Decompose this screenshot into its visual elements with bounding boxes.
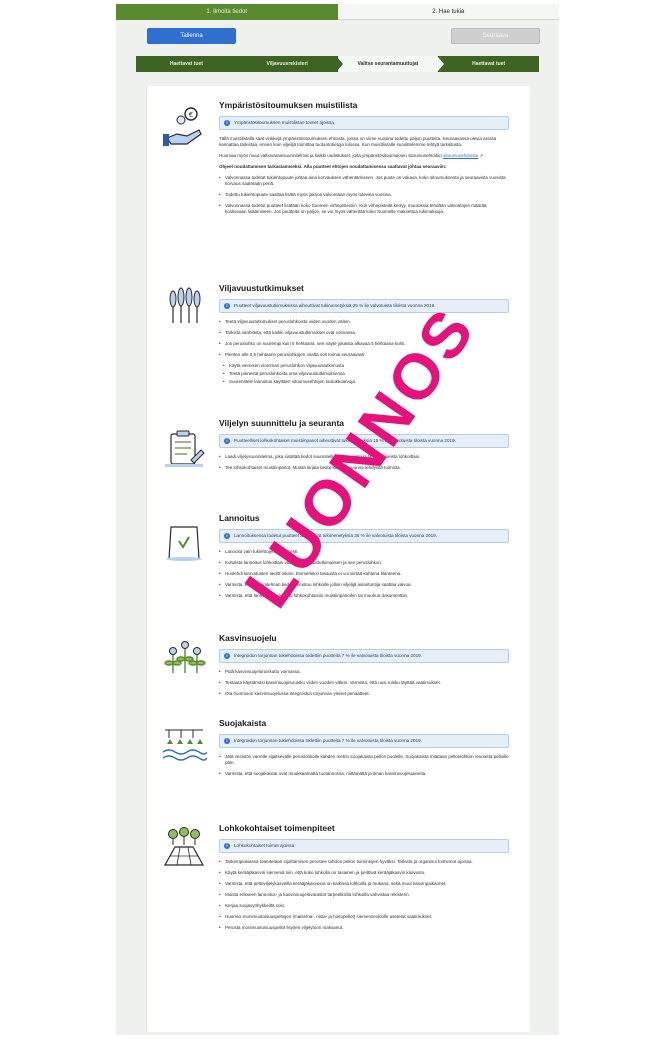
list-item: Muista erikseen lannoitus- ja kasvinsuoj… [219, 892, 509, 898]
sub-item: Teetä pienestä peruslohkosta oma viljavu… [219, 371, 509, 377]
section-title: Viljelyn suunnittelu ja seuranta [219, 418, 345, 428]
info-icon: i [224, 303, 230, 309]
phase-bar: Haettavat tuet Viljavuusrekisteri Valits… [136, 56, 539, 72]
list-item: Tee lohkokohtaiset muistiinpanot. Muista… [219, 465, 509, 471]
info-text: Lohkokohtaiset toimet ajoissa [234, 843, 295, 848]
bullet-list: Lannoita vain tukiehtojen mukaisesti. Ko… [219, 549, 509, 599]
content-panel: € Ympäristösitoumuksen muistilista i Ymp… [146, 86, 530, 1032]
buffer-strip-icon [161, 720, 208, 766]
list-item: Valvonnassa todetut puutteet lisätään ko… [219, 203, 509, 215]
list-item: Varmista, että peltoviljelykasveilla ker… [219, 881, 509, 887]
info-text: Ympäristösitoumuksen muistilistan toimet… [234, 120, 334, 125]
list-item: Ota huomioon kasvinsuojelussa integroidu… [219, 691, 509, 697]
list-item: Huomioi monimuotoisuuspeltojen (maisema-… [219, 914, 509, 920]
info-icon: i [224, 843, 230, 849]
phase-1[interactable]: Haettavat tuet [136, 56, 237, 72]
list-item: Laadi viljelysuunnitelma, joka sisältää … [219, 454, 509, 460]
svg-text:€: € [189, 111, 193, 119]
list-item: Varmista, että suunnitelman tiedot perus… [219, 582, 509, 588]
sub-list: Käytä viereisen isomman peruslohkon vilj… [219, 363, 509, 385]
next-button[interactable]: Seuraava [451, 28, 540, 44]
phase-4[interactable]: Haettavat tuet [438, 56, 539, 72]
info-text: Integroidun torjunnan tukiehdoissa todet… [234, 653, 422, 658]
info-text: Integroidun torjunnan tukiehdoissa todet… [234, 738, 422, 743]
phase-2[interactable]: Viljavuusrekisteri [236, 56, 338, 72]
info-text: Lannoituksessa todetut puutteet aiheutti… [234, 533, 438, 538]
section-title: Suojakaista [219, 718, 267, 728]
bullet-list: Jätä vesistön varrelle sijaitsevalle per… [219, 754, 509, 777]
list-item: Tarkista vanhiteita, että kaikki viljavu… [219, 330, 509, 336]
bullet-list: Laadi viljelysuunnitelma, joka sisältää … [219, 454, 509, 471]
list-item: Todettu tukiehtopuute saattaa lisätä myö… [219, 192, 509, 198]
list-item: Kerjaa suojavyöhykkeiltä solo. [219, 903, 509, 909]
section-title: Lohkokohtaiset toimenpiteet [219, 823, 335, 833]
warning-paragraph: Ohjeet noudattamisen tarkastamiseksi. Al… [219, 164, 447, 169]
list-item: Varmista, että lannoitus on kirjattu loh… [219, 593, 509, 599]
bullet-list: Pidä kasvinsuojeluruiskutto voimassa. Te… [219, 669, 509, 697]
info-box: i Ympäristösitoumuksen muistilistan toim… [219, 116, 509, 130]
list-item: Pienten alle 0,5 hehtaarin peruslohkojen… [219, 352, 509, 358]
info-box: i Puutteelliset lohkokohtaiset muistiinp… [219, 434, 509, 448]
fertilizer-bag-icon [161, 519, 207, 565]
info-box: i Lannoituksessa todetut puutteet aiheut… [219, 529, 509, 543]
phase-3[interactable]: Valitse seurantamuuttujat [337, 56, 439, 72]
info-icon: i [224, 533, 230, 539]
info-box: i Lohkokohtaiset toimet ajoissa [219, 839, 509, 853]
list-item: Perusta monimuotoisuuspellot lisyiten vi… [219, 925, 509, 931]
list-item: Jätä vesistön varrelle sijaitsevalle per… [219, 754, 509, 766]
phase-arrow-icon [236, 56, 243, 72]
intro-paragraph: Tällä muistilistalla saat vinkkejä ympär… [219, 136, 497, 147]
info-box: i Integroidun torjunnan tukiehdoissa tod… [219, 649, 509, 663]
plants-icon [161, 635, 207, 681]
step-indicator: 1. Ilmoita tiedot 2. Hae tukia [116, 4, 559, 20]
list-item: Varmista, että suojakaistat ovat muokkaa… [219, 771, 509, 777]
phase-arrow-icon [437, 56, 444, 72]
external-link-icon: ↗ [479, 153, 484, 158]
sub-item: Suurenittele lannoitus käyttäen sitoumus… [219, 379, 509, 385]
list-item: Huolehdi lannoitusten tiedot oikein. Esi… [219, 571, 509, 577]
step-2[interactable]: 2. Hae tukia [337, 4, 559, 20]
sitoumusehdot-link[interactable]: sitoumusehdoista [443, 153, 478, 158]
section-title: Viljavuustutkimukset [219, 283, 304, 293]
list-item: Tarkempiasiassa toteutetaan sijoittamise… [219, 859, 509, 865]
info-icon: i [224, 653, 230, 659]
save-button[interactable]: Tallenna [147, 28, 236, 44]
field-trees-icon [161, 825, 207, 871]
phase-arrow-icon [336, 56, 343, 72]
list-item: Valvonnassa todetut tukiehtopuute johtaa… [219, 175, 509, 187]
list-item: Testauta käyttämäsi kasvinsuojeluruisku … [219, 680, 509, 686]
clipboard-icon [161, 426, 207, 472]
sub-item: Käytä viereisen isomman peruslohkon vilj… [219, 363, 509, 369]
list-item: Jos peruslohko on suurempi kuin 5 hehtaa… [219, 341, 509, 347]
info-box: i Puutteet viljavuustutkimuksissa aiheut… [219, 299, 509, 313]
step-1[interactable]: 1. Ilmoita tiedot [116, 4, 338, 20]
hand-coins-icon: € [161, 104, 207, 150]
list-item: Käytä kerääjäkasvin siemeniä niin, että … [219, 870, 509, 876]
section-title: Lannoitus [219, 513, 260, 523]
bullet-list: Valvonnassa todetut tukiehtopuute johtaa… [219, 175, 509, 215]
bullet-list: Tarkempiasiassa toteutetaan sijoittamise… [219, 859, 509, 931]
info-icon: i [224, 738, 230, 744]
wheat-icon [161, 285, 207, 331]
section-title: Ympäristösitoumuksen muistilista [219, 100, 358, 110]
list-item: Pidä kasvinsuojeluruiskutto voimassa. [219, 669, 509, 675]
section-title: Kasvinsuojelu [219, 633, 277, 643]
list-item: Kohdista lannoitus lohkoittain vuoden vi… [219, 560, 509, 566]
info-icon: i [224, 438, 230, 444]
info-text: Puutteelliset lohkokohtaiset muistiinpan… [234, 438, 456, 443]
info-box: i Integroidun torjunnan tukiehdoissa tod… [219, 734, 509, 748]
note-paragraph: Huomaa myös muut valtiovarainsuunnitelma… [219, 153, 484, 158]
bullet-list: Teetä viljavuustutkimukset peruslohkoist… [219, 319, 509, 358]
info-text: Puutteet viljavuustutkimuksissa aiheutti… [234, 303, 436, 308]
list-item: Lannoita vain tukiehtojen mukaisesti. [219, 549, 509, 555]
list-item: Teetä viljavuustutkimukset peruslohkoist… [219, 319, 509, 325]
info-icon: i [224, 120, 230, 126]
